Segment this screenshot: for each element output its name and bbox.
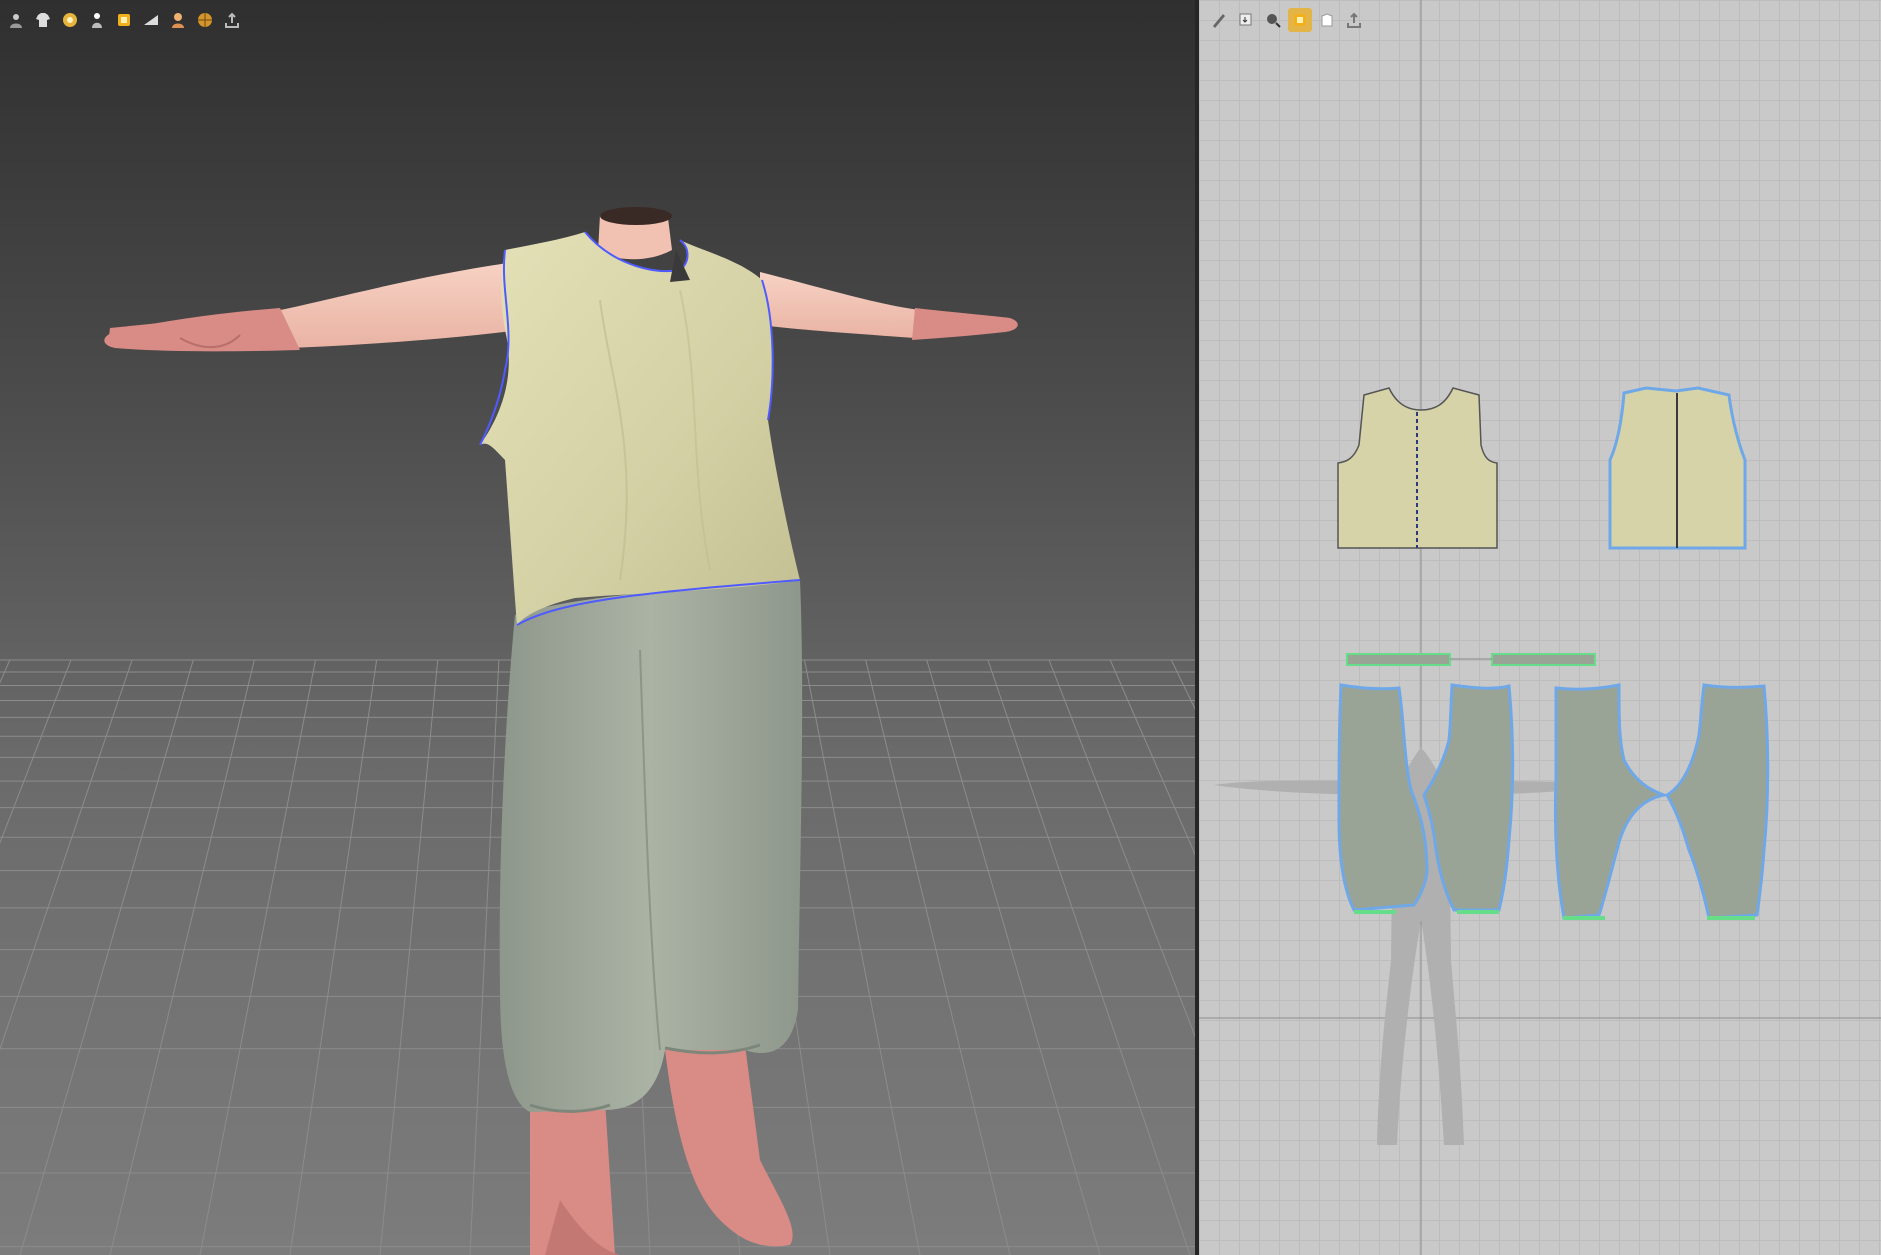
edit-pattern-icon	[1213, 14, 1225, 28]
fabric-surface-icon[interactable]	[139, 8, 163, 32]
avatar-display-icon	[10, 14, 22, 28]
3d-scene[interactable]	[0, 0, 1195, 1255]
texture-world-icon	[198, 13, 212, 27]
avatar-right-arm	[760, 272, 1018, 340]
export-icon[interactable]	[220, 8, 244, 32]
export-pattern-icon	[1347, 12, 1361, 28]
avatar-left-arm	[104, 262, 520, 352]
export-icon	[225, 12, 239, 28]
2d-toolbar	[1207, 8, 1366, 32]
pattern-top-back[interactable]	[1608, 386, 1747, 550]
top-garment-3d	[479, 231, 801, 626]
2d-pattern-window[interactable]	[1199, 0, 1881, 1255]
pattern-display-icon[interactable]	[1315, 8, 1339, 32]
simulation-icon	[63, 13, 77, 27]
avatar-neck-top	[600, 207, 672, 225]
avatar-visibility-icon[interactable]	[85, 8, 109, 32]
pattern-pants-back[interactable]	[1553, 683, 1770, 920]
pattern-board[interactable]	[1199, 0, 1881, 1255]
transform-pattern-icon[interactable]	[1234, 8, 1258, 32]
pattern-pants-front[interactable]	[1337, 683, 1515, 912]
pattern-waistbands[interactable]	[1346, 653, 1596, 666]
zoom-pattern-icon	[1267, 14, 1281, 28]
texture-mode-icon	[118, 14, 130, 26]
garment-display-icon[interactable]	[31, 8, 55, 32]
fabric-surface-icon	[144, 15, 158, 25]
skin-tone-icon[interactable]	[166, 8, 190, 32]
edit-pattern-icon[interactable]	[1207, 8, 1231, 32]
texture-mode-icon[interactable]	[112, 8, 136, 32]
skin-tone-icon	[172, 13, 184, 28]
avatar-display-icon[interactable]	[4, 8, 28, 32]
texture-display-icon	[1294, 14, 1306, 26]
pattern-top-front[interactable]	[1337, 387, 1498, 549]
garment-display-icon	[36, 13, 50, 27]
texture-world-icon[interactable]	[193, 8, 217, 32]
3d-toolbar	[4, 8, 244, 32]
pants-3d	[499, 580, 803, 1113]
simulation-icon[interactable]	[58, 8, 82, 32]
3d-viewport[interactable]	[0, 0, 1195, 1255]
export-pattern-icon[interactable]	[1342, 8, 1366, 32]
transform-pattern-icon	[1239, 13, 1252, 26]
texture-display-icon[interactable]	[1288, 8, 1312, 32]
zoom-pattern-icon[interactable]	[1261, 8, 1285, 32]
avatar-visibility-icon	[92, 13, 102, 28]
pattern-display-icon	[1321, 13, 1333, 27]
